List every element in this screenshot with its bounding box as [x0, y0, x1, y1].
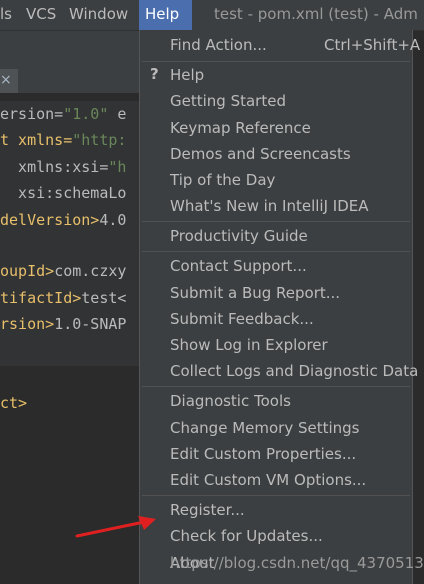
menu-item-keymap-reference[interactable]: Keymap Reference — [140, 116, 412, 142]
menu-item-show-log[interactable]: Show Log in Explorer — [140, 333, 412, 359]
code-line: ersion="1.0" e — [0, 105, 127, 123]
menu-item-tip-of-day[interactable]: Tip of the Day — [140, 168, 412, 194]
menu-item-edit-custom-properties[interactable]: Edit Custom Properties... — [140, 442, 412, 468]
annotation-arrow-icon — [75, 516, 156, 538]
code-line: tifactId>test< — [0, 289, 127, 307]
menu-help-label: Help — [145, 5, 180, 23]
shortcut-label: Ctrl+Shift+A — [324, 36, 421, 54]
menu-vcs[interactable]: VCS — [26, 5, 56, 23]
menu-item-getting-started[interactable]: Getting Started — [140, 89, 412, 115]
menu-item-collect-logs[interactable]: Collect Logs and Diagnostic Data — [140, 359, 418, 385]
code-line: delVersion>4.0 — [0, 211, 127, 229]
question-icon: ? — [150, 65, 159, 83]
menu-item-whats-new[interactable]: What's New in IntelliJ IDEA — [140, 194, 412, 220]
menu-item-diagnostic-tools[interactable]: Diagnostic Tools — [140, 389, 412, 415]
menu-item-demos[interactable]: Demos and Screencasts — [140, 142, 412, 168]
menu-item-help[interactable]: ? Help — [140, 63, 412, 89]
code-line: ct> — [0, 394, 28, 412]
menu-item-find-action[interactable]: Find Action... Ctrl+Shift+A — [140, 33, 420, 59]
editor-tab-strip — [0, 31, 139, 93]
menu-item-check-updates[interactable]: Check for Updates... — [140, 524, 412, 550]
menu-item-edit-custom-vm[interactable]: Edit Custom VM Options... — [140, 468, 412, 494]
code-line: xsi:schemaLo — [0, 184, 127, 202]
menu-window[interactable]: Window — [69, 5, 128, 23]
menu-separator — [142, 386, 410, 387]
code-line: xmlns:xsi="h — [0, 158, 127, 176]
code-line: t xmlns="http: — [0, 131, 127, 149]
menu-bar: ls VCS Window Help test - pom.xml (test)… — [0, 0, 424, 31]
menu-separator — [142, 495, 410, 496]
menu-item-register[interactable]: Register... — [140, 498, 412, 524]
menu-item-contact-support[interactable]: Contact Support... — [140, 254, 412, 280]
menu-help[interactable]: Help — [139, 0, 192, 30]
code-line: oupId>com.czxy — [0, 262, 127, 280]
close-icon[interactable]: × — [0, 72, 12, 88]
menu-separator — [142, 251, 410, 252]
window-title: test - pom.xml (test) - Adm — [214, 5, 418, 23]
menu-item-change-memory[interactable]: Change Memory Settings — [140, 416, 412, 442]
help-dropdown-menu: Find Action... Ctrl+Shift+A ? Help Getti… — [139, 30, 420, 584]
menu-separator — [142, 61, 410, 62]
menu-item-productivity-guide[interactable]: Productivity Guide — [140, 224, 412, 250]
editor-pane: × ersion="1.0" e t xmlns="http: xmlns:xs… — [0, 31, 139, 584]
menu-item-submit-bug[interactable]: Submit a Bug Report... — [140, 281, 412, 307]
menu-separator — [142, 221, 410, 222]
menu-item-submit-feedback[interactable]: Submit Feedback... — [140, 307, 412, 333]
code-line: rsion>1.0-SNAP — [0, 315, 127, 333]
watermark: https://blog.csdn.net/qq_43705131 — [170, 554, 424, 572]
menu-tools-partial[interactable]: ls — [0, 5, 12, 23]
